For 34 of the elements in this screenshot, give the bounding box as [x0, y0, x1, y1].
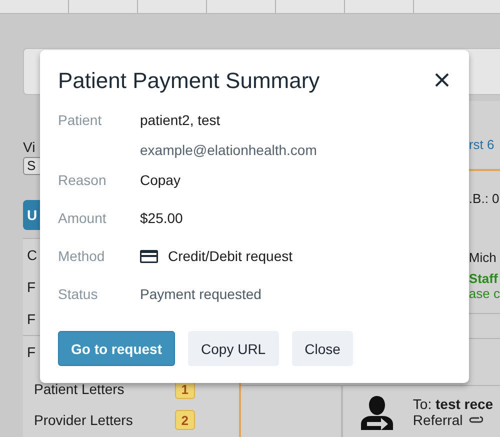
note-text: ase c [468, 286, 500, 301]
field-label: Reason [58, 171, 108, 190]
link[interactable]: rst 6 [468, 137, 500, 155]
dialog-title: Patient Payment Summary [58, 67, 320, 94]
status-value: Payment requested [140, 285, 262, 304]
view-label: Vi [23, 139, 36, 157]
recipient-text: To: test rece [412, 396, 494, 412]
sidebar-item[interactable]: Provider Letters [34, 412, 133, 428]
sidebar-item[interactable]: C [27, 247, 38, 263]
person-icon [360, 396, 393, 430]
sidebar-item[interactable]: F [27, 279, 36, 295]
sidebar-item[interactable]: Patient Letters [34, 381, 124, 397]
field-value: $25.00 [140, 209, 183, 228]
staff-label: Staff [468, 271, 499, 286]
paperclip-icon [466, 415, 483, 425]
message-type: Referral [412, 412, 463, 428]
dob-text: .B.: 0 [468, 191, 500, 206]
dialog-button[interactable]: Copy URL [188, 331, 279, 366]
dialog-button[interactable]: Close [292, 331, 354, 366]
field-label: Method [58, 247, 106, 266]
email-text: example@elationhealth.com [140, 141, 317, 160]
field-label: Amount [58, 209, 108, 228]
close-icon[interactable] [435, 73, 449, 87]
name-text: Mich [468, 250, 498, 265]
field-value: patient2, test [140, 111, 222, 130]
sidebar-item[interactable]: F [27, 311, 36, 327]
field-label: Status [58, 285, 99, 304]
field-label: Patient [58, 111, 103, 130]
count-badge: 2 [174, 410, 195, 430]
field-value: Credit/Debit request [168, 247, 293, 266]
credit-card-icon [140, 250, 158, 262]
field-value: Copay [140, 171, 180, 190]
primary-button[interactable]: Go to request [58, 331, 176, 366]
sidebar-item[interactable]: F [27, 344, 36, 360]
